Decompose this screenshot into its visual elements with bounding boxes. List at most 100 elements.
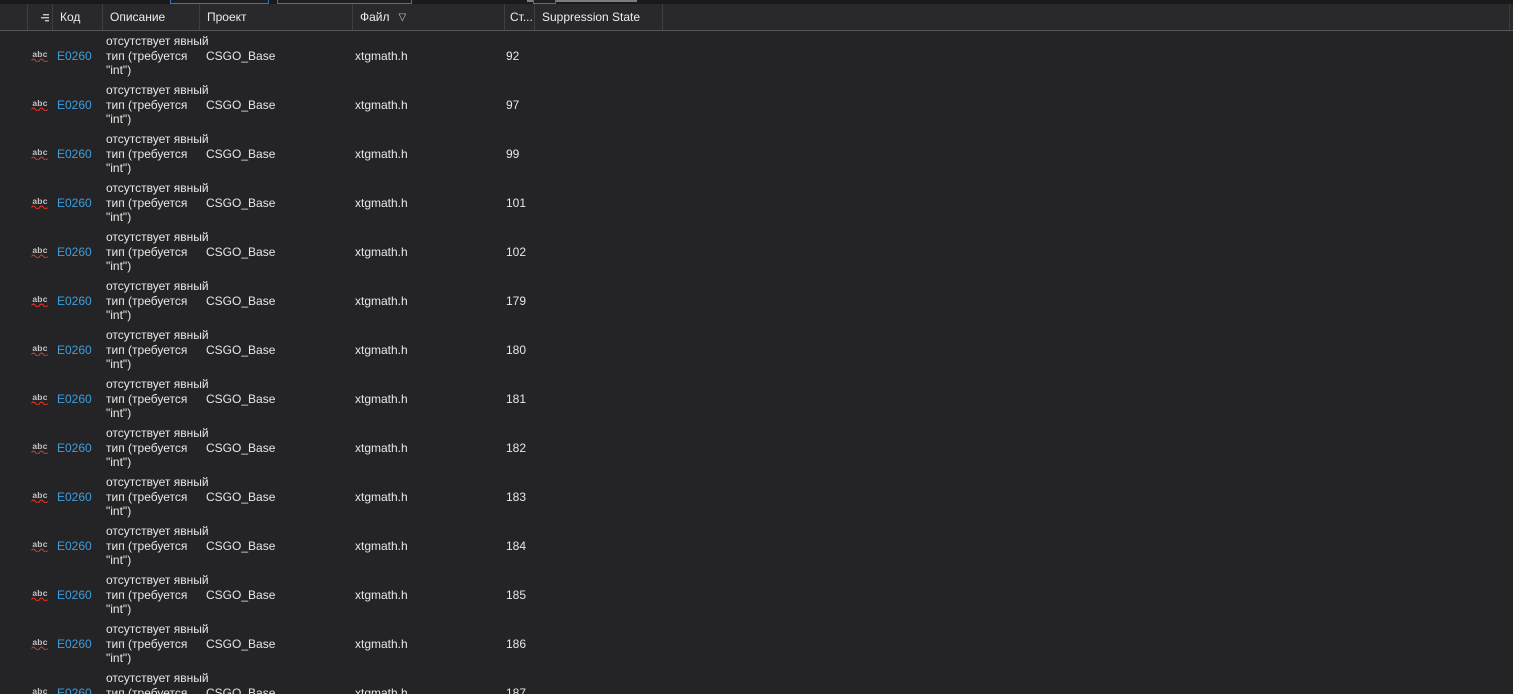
column-header-suppression-label: Suppression State bbox=[542, 10, 641, 24]
error-file: xtgmath.h bbox=[355, 293, 408, 308]
error-code-link[interactable]: E0260 bbox=[57, 245, 92, 259]
error-project: CSGO_Base bbox=[206, 342, 276, 357]
abc-icon-text: abc bbox=[32, 587, 48, 598]
abc-icon-text: abc bbox=[32, 391, 48, 402]
column-header-code[interactable]: Код bbox=[53, 4, 103, 30]
intellisense-error-icon: abc bbox=[31, 391, 49, 405]
error-list-panel: Код Описание Проект Файл ▽ Ст... Suppres… bbox=[0, 0, 1513, 694]
column-header-file[interactable]: Файл ▽ bbox=[353, 4, 505, 30]
error-row[interactable]: abc E0260 отсутствует явный тип (требует… bbox=[0, 619, 1513, 668]
error-code-link[interactable]: E0260 bbox=[57, 441, 92, 455]
error-code-link[interactable]: E0260 bbox=[57, 196, 92, 210]
error-line-number: 186 bbox=[506, 636, 527, 651]
error-description: отсутствует явный тип (требуется "int") bbox=[106, 328, 209, 372]
error-file: xtgmath.h bbox=[355, 97, 408, 112]
intellisense-error-icon: abc bbox=[31, 539, 49, 552]
error-project: CSGO_Base bbox=[206, 587, 276, 602]
error-row[interactable]: abc E0260 отсутствует явный тип (требует… bbox=[0, 276, 1513, 325]
file-filter-icon[interactable]: ▽ bbox=[399, 12, 407, 23]
error-file: xtgmath.h bbox=[355, 440, 408, 455]
error-description: отсутствует явный тип (требуется "int") bbox=[106, 181, 209, 225]
error-description: отсутствует явный тип (требуется "int") bbox=[106, 622, 209, 666]
error-line-number: 184 bbox=[506, 538, 527, 553]
error-line-number: 181 bbox=[506, 391, 527, 406]
error-file: xtgmath.h bbox=[355, 587, 408, 602]
intellisense-error-icon: abc bbox=[31, 293, 49, 307]
intellisense-error-icon: abc bbox=[31, 342, 49, 356]
error-code-link[interactable]: E0260 bbox=[57, 343, 92, 357]
rows: abc E0260 отсутствует явный тип (требует… bbox=[0, 31, 1513, 694]
column-header-project[interactable]: Проект bbox=[200, 4, 353, 30]
abc-icon-text: abc bbox=[32, 489, 48, 500]
abc-icon-text: abc bbox=[32, 244, 48, 255]
error-row[interactable]: abc E0260 отсутствует явный тип (требует… bbox=[0, 570, 1513, 619]
abc-icon-text: abc bbox=[32, 440, 48, 451]
error-code-link[interactable]: E0260 bbox=[57, 98, 92, 112]
header-right-edge bbox=[1509, 4, 1510, 30]
error-row[interactable]: abc E0260 отсутствует явный тип (требует… bbox=[0, 31, 1513, 80]
column-header-description[interactable]: Описание bbox=[103, 4, 200, 30]
column-header-file-label: Файл bbox=[360, 10, 390, 24]
error-description: отсутствует явный тип (требуется "int") bbox=[106, 83, 209, 127]
error-code-link[interactable]: E0260 bbox=[57, 637, 92, 651]
error-row[interactable]: abc E0260 отсутствует явный тип (требует… bbox=[0, 80, 1513, 129]
abc-icon-text: abc bbox=[32, 146, 48, 157]
error-line-number: 101 bbox=[506, 195, 527, 210]
error-code-link[interactable]: E0260 bbox=[57, 294, 92, 308]
error-description: отсутствует явный тип (требуется "int") bbox=[106, 279, 209, 323]
intellisense-error-icon: abc bbox=[31, 244, 49, 258]
error-project: CSGO_Base bbox=[206, 685, 276, 694]
error-file: xtgmath.h bbox=[355, 538, 408, 553]
error-code-link[interactable]: E0260 bbox=[57, 588, 92, 602]
error-line-number: 187 bbox=[506, 685, 527, 694]
error-row[interactable]: abc E0260 отсутствует явный тип (требует… bbox=[0, 178, 1513, 227]
intellisense-error-icon: abc bbox=[31, 636, 49, 650]
abc-icon-text: abc bbox=[32, 97, 48, 108]
error-code-link[interactable]: E0260 bbox=[57, 686, 92, 694]
error-row[interactable]: abc E0260 отсутствует явный тип (требует… bbox=[0, 423, 1513, 472]
error-description: отсутствует явный тип (требуется "int") bbox=[106, 132, 209, 176]
column-header-severity[interactable] bbox=[28, 4, 53, 30]
error-row[interactable]: abc E0260 отсутствует явный тип (требует… bbox=[0, 668, 1513, 694]
error-row[interactable]: abc E0260 отсутствует явный тип (требует… bbox=[0, 521, 1513, 570]
intellisense-error-icon: abc bbox=[31, 146, 49, 160]
intellisense-error-icon: abc bbox=[31, 196, 49, 209]
error-row[interactable]: abc E0260 отсутствует явный тип (требует… bbox=[0, 325, 1513, 374]
error-row[interactable]: abc E0260 отсутствует явный тип (требует… bbox=[0, 374, 1513, 423]
column-header-row: Код Описание Проект Файл ▽ Ст... Suppres… bbox=[0, 4, 1513, 31]
error-project: CSGO_Base bbox=[206, 48, 276, 63]
error-code-link[interactable]: E0260 bbox=[57, 392, 92, 406]
error-line-number: 97 bbox=[506, 97, 520, 112]
error-description: отсутствует явный тип (требуется "int") bbox=[106, 573, 209, 617]
column-header-line[interactable]: Ст... bbox=[505, 4, 535, 30]
error-line-number: 183 bbox=[506, 489, 527, 504]
intellisense-error-icon: abc bbox=[31, 587, 49, 601]
error-code-link[interactable]: E0260 bbox=[57, 49, 92, 63]
error-row[interactable]: abc E0260 отсутствует явный тип (требует… bbox=[0, 472, 1513, 521]
error-code-link[interactable]: E0260 bbox=[57, 147, 92, 161]
error-file: xtgmath.h bbox=[355, 146, 408, 161]
error-row[interactable]: abc E0260 отсутствует явный тип (требует… bbox=[0, 227, 1513, 276]
error-code-link[interactable]: E0260 bbox=[57, 539, 92, 553]
error-line-number: 92 bbox=[506, 48, 520, 63]
error-project: CSGO_Base bbox=[206, 195, 276, 210]
error-description: отсутствует явный тип (требуется "int") bbox=[106, 671, 209, 694]
column-header-suppression[interactable]: Suppression State bbox=[535, 4, 663, 30]
error-line-number: 102 bbox=[506, 244, 527, 259]
intellisense-error-icon: abc bbox=[31, 489, 49, 503]
abc-icon-text: abc bbox=[32, 636, 48, 647]
column-header-project-label: Проект bbox=[207, 10, 247, 24]
intellisense-error-icon: abc bbox=[31, 686, 49, 694]
error-file: xtgmath.h bbox=[355, 685, 408, 694]
error-file: xtgmath.h bbox=[355, 342, 408, 357]
error-line-number: 179 bbox=[506, 293, 527, 308]
column-header-description-label: Описание bbox=[110, 10, 166, 24]
abc-icon-text: abc bbox=[32, 342, 48, 353]
error-file: xtgmath.h bbox=[355, 195, 408, 210]
error-row[interactable]: abc E0260 отсутствует явный тип (требует… bbox=[0, 129, 1513, 178]
error-file: xtgmath.h bbox=[355, 636, 408, 651]
column-header-blank[interactable] bbox=[0, 4, 28, 30]
error-code-link[interactable]: E0260 bbox=[57, 490, 92, 504]
error-project: CSGO_Base bbox=[206, 293, 276, 308]
abc-icon-text: abc bbox=[32, 293, 48, 304]
